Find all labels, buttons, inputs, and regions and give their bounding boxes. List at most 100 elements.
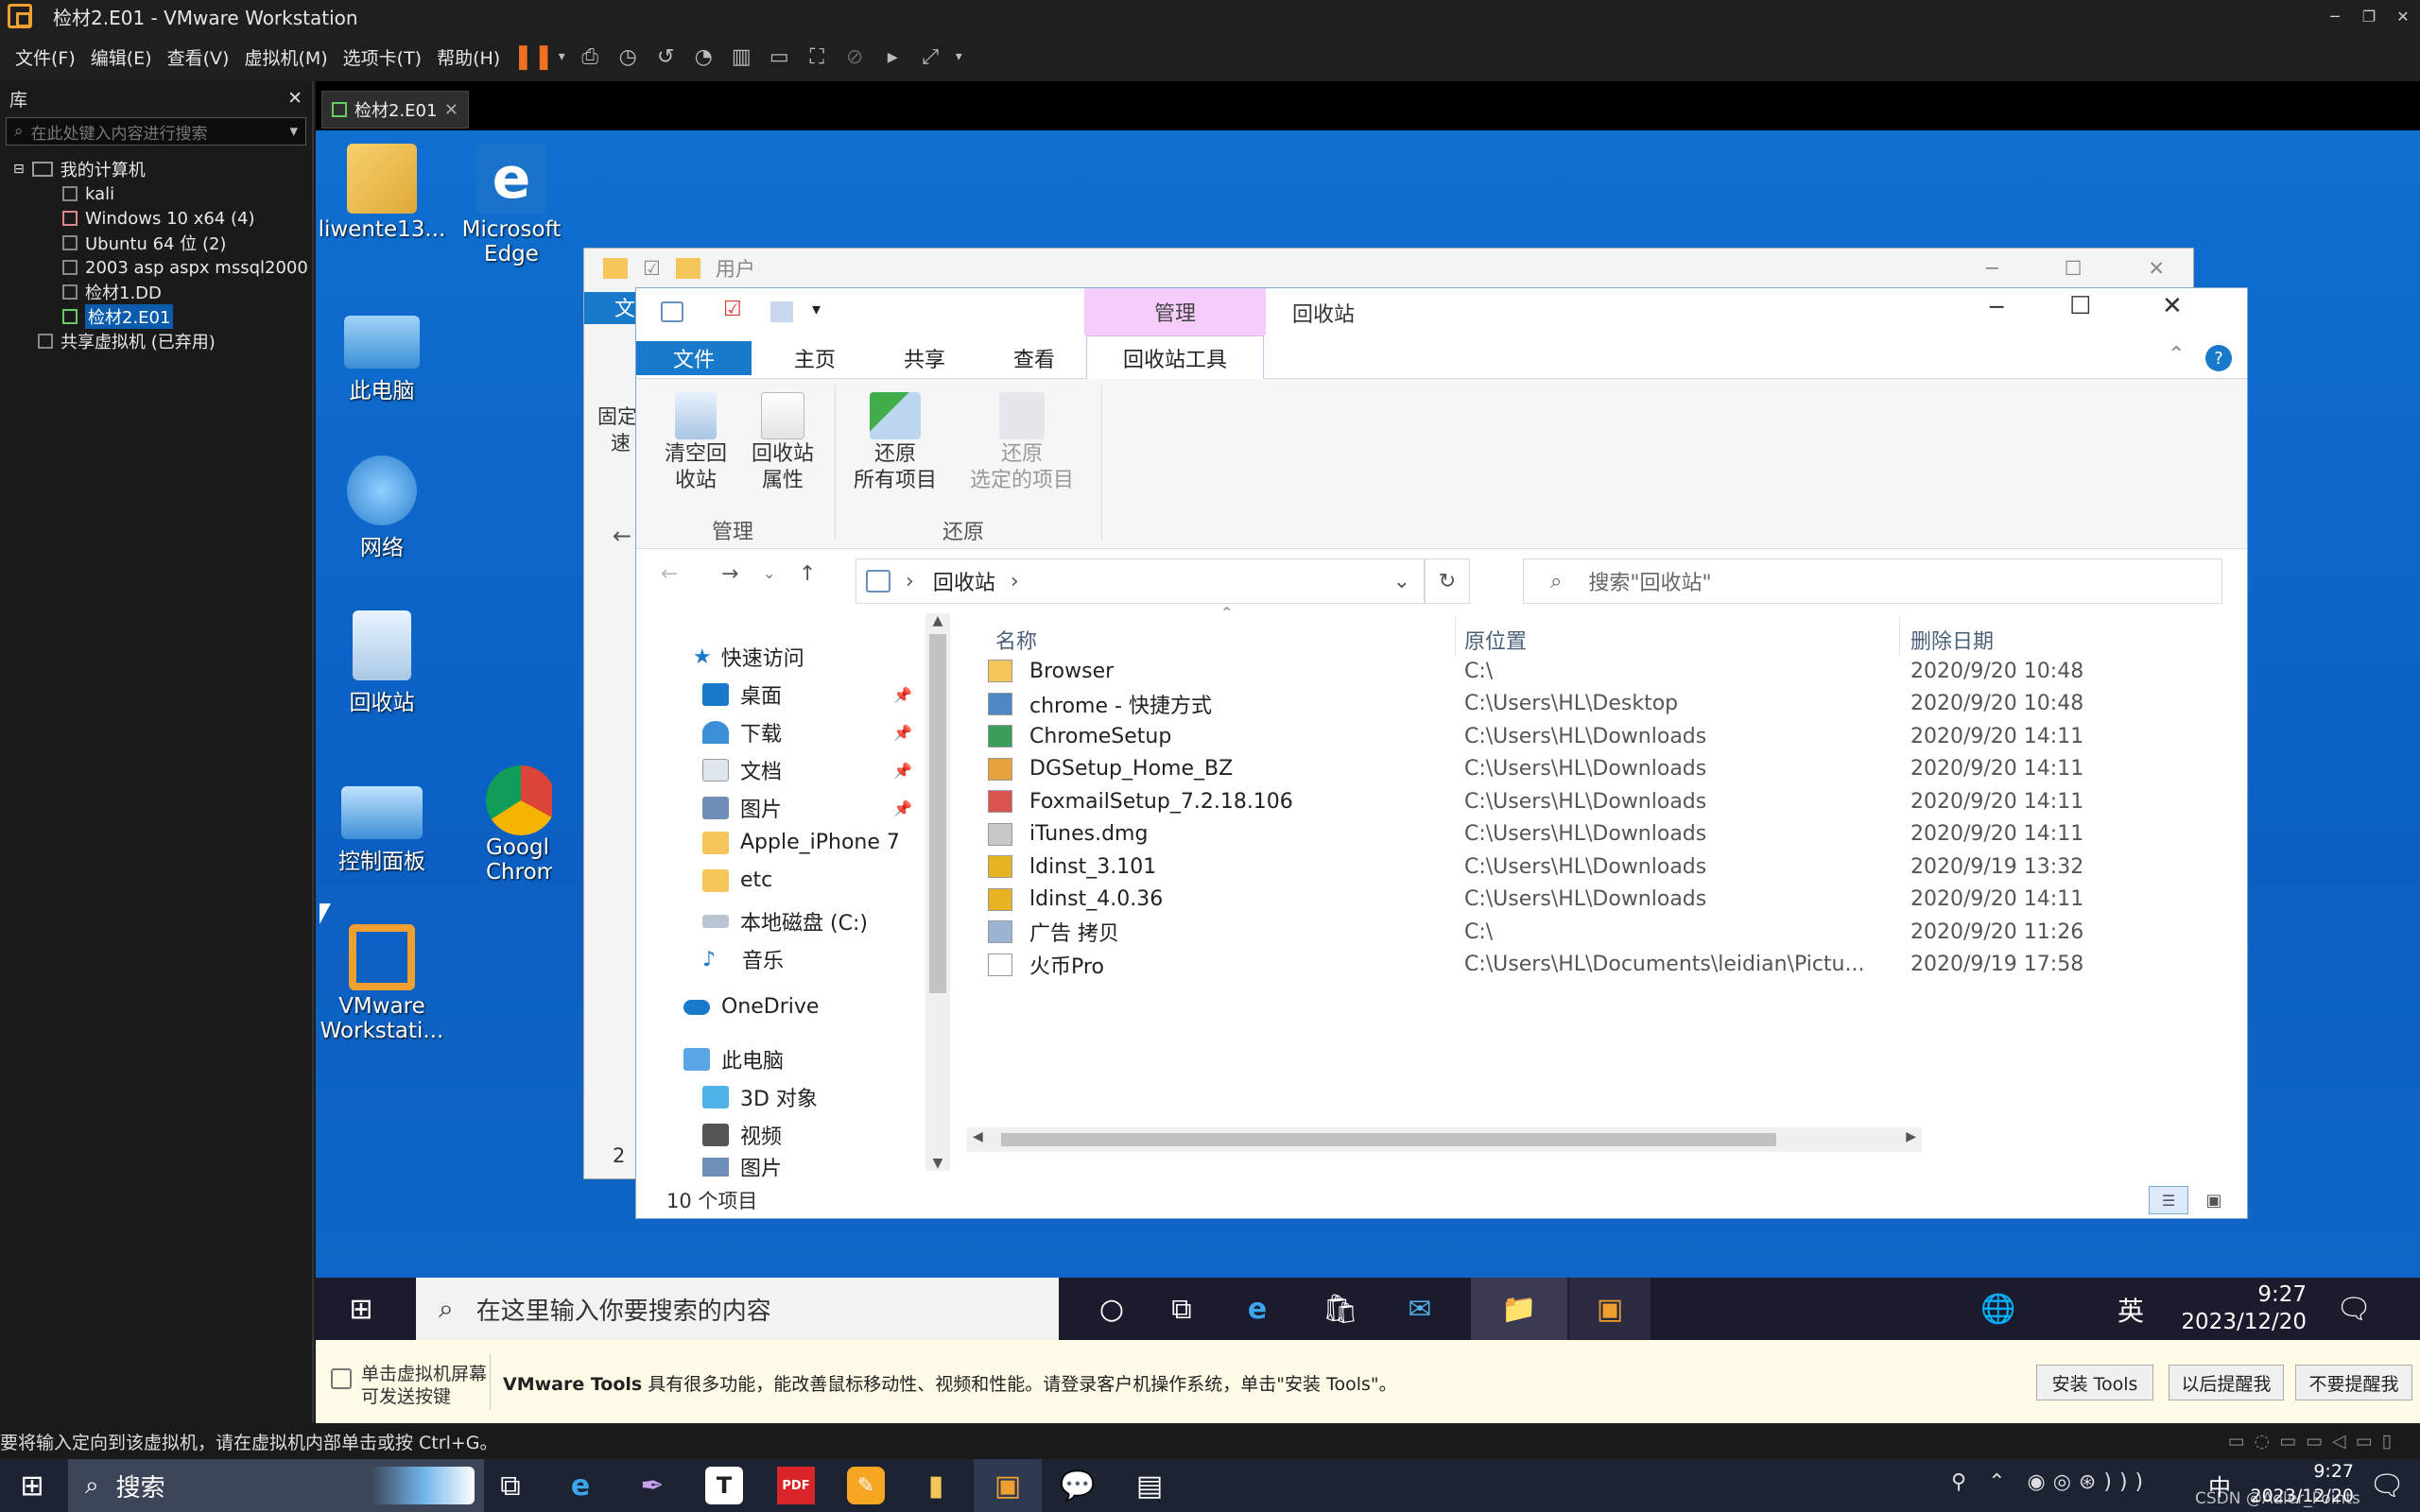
column-delete-date[interactable]: 删除日期 — [1910, 625, 1994, 655]
nav-pictures[interactable]: 图片 📌 — [702, 793, 912, 823]
recent-locations-icon[interactable]: ⌄ — [763, 564, 775, 582]
wechat-icon[interactable]: 💬 — [1049, 1465, 1106, 1506]
nav-desktop[interactable]: 桌面 📌 — [702, 679, 912, 710]
minimize-icon[interactable]: ─ — [1990, 294, 2003, 320]
menu-help[interactable]: 帮助(H) — [437, 44, 500, 70]
nav-local-disk[interactable]: 本地磁盘 (C:) — [702, 906, 868, 936]
typora-icon[interactable]: T — [705, 1467, 743, 1504]
minimize-icon[interactable]: ─ — [2318, 0, 2352, 32]
desktop-icon-recycle-bin[interactable]: 回收站 — [316, 610, 448, 716]
restore-icon[interactable]: ❐ — [2352, 0, 2386, 32]
tree-root[interactable]: ⊟ 我的计算机 — [0, 157, 312, 181]
library-view-icon[interactable]: ▥ — [725, 41, 757, 73]
close-icon[interactable]: ✕ — [2148, 257, 2165, 280]
address-dropdown-icon[interactable]: ⌄ — [1393, 570, 1410, 593]
horizontal-scrollbar[interactable]: ◀ ▶ — [967, 1127, 1922, 1152]
remind-later-button[interactable]: 以后提醒我 — [2169, 1365, 2284, 1400]
host-edge-icon[interactable]: e — [552, 1465, 609, 1506]
desktop-icon-vmware[interactable]: VMware Workstati... — [316, 924, 448, 1043]
mail-icon[interactable]: ✉ — [1392, 1285, 1448, 1332]
guest-search-box[interactable]: ⌕ 在这里输入你要搜索的内容 — [416, 1278, 1059, 1340]
start-icon[interactable]: ⊞ — [333, 1285, 389, 1332]
edge-taskbar-icon[interactable]: e — [1229, 1285, 1286, 1332]
nav-onedrive[interactable]: OneDrive — [683, 995, 819, 1019]
context-tab-manage[interactable]: 管理 — [1084, 288, 1266, 335]
vm-tab[interactable]: 检材2.E01 ✕ — [321, 91, 469, 129]
tab-recycle-bin-tools[interactable]: 回收站工具 — [1086, 335, 1264, 379]
nav-quick-access[interactable]: ★ 快速访问 — [693, 642, 804, 672]
menu-file[interactable]: 文件(F) — [15, 44, 76, 70]
install-tools-button[interactable]: 安装 Tools — [2036, 1365, 2153, 1400]
network-globe-icon[interactable]: 🌐 — [1970, 1285, 2027, 1332]
ime-indicator[interactable]: 英 — [2118, 1291, 2144, 1329]
file-explorer-taskbar-icon[interactable]: 📁 — [1471, 1278, 1567, 1340]
stretch-icon[interactable]: ⤢ — [914, 41, 946, 73]
host-task-view-icon[interactable]: ⧉ — [482, 1465, 539, 1506]
host-app-icon[interactable]: ✒ — [624, 1465, 681, 1506]
tree-item-2003[interactable]: 2003 asp aspx mssql2000 — [0, 255, 312, 280]
menu-vm[interactable]: 虚拟机(M) — [244, 44, 327, 70]
scroll-thumb[interactable] — [929, 634, 946, 993]
device-icons[interactable]: ▭◌▭▭◁▭▯ — [2228, 1431, 2401, 1452]
task-view-icon[interactable]: ⧉ — [1153, 1285, 1210, 1332]
address-path[interactable]: 回收站 — [933, 566, 995, 596]
tree-item-shared[interactable]: 共享虚拟机 (已弃用) — [0, 329, 312, 353]
nav-documents[interactable]: 文档 📌 — [702, 755, 912, 785]
file-row[interactable]: 广告 拷贝 — [988, 916, 1119, 948]
scroll-thumb[interactable] — [1001, 1133, 1776, 1146]
new-folder-icon[interactable] — [770, 301, 793, 322]
library-close-icon[interactable]: ✕ — [287, 88, 302, 109]
address-bar[interactable]: › 回收站 › ⌄ — [856, 558, 1425, 604]
host-start-icon[interactable]: ⊞ — [4, 1465, 60, 1506]
scroll-up-icon[interactable]: ▲ — [925, 613, 950, 628]
nav-pictures-pc[interactable]: 图片 — [702, 1158, 782, 1177]
file-row[interactable]: Browser — [988, 655, 1114, 687]
properties-icon[interactable]: ☑ — [723, 298, 742, 321]
tree-item-ubuntu[interactable]: Ubuntu 64 位 (2) — [0, 231, 312, 255]
cortana-icon[interactable]: ○ — [1083, 1285, 1140, 1332]
tab-home[interactable]: 主页 — [763, 341, 867, 375]
tree-item-jiancai2[interactable]: 检材2.E01 — [0, 304, 312, 329]
terminal-icon[interactable]: ▤ — [1121, 1465, 1178, 1506]
host-notification-icon[interactable]: 🗨 — [2363, 1465, 2411, 1506]
search-dropdown-icon[interactable]: ▾ — [289, 122, 298, 141]
nav-downloads[interactable]: 下载 📌 — [702, 717, 912, 747]
vmware-taskbar-icon[interactable]: ▣ — [1569, 1278, 1651, 1340]
snapshot-manager-icon[interactable]: ◔ — [687, 41, 719, 73]
file-row[interactable]: iTunes.dmg — [988, 818, 1148, 850]
nav-3d-objects[interactable]: 3D 对象 — [702, 1082, 818, 1112]
nav-etc[interactable]: etc — [702, 868, 772, 892]
search-box[interactable]: ⌕ 搜索"回收站" — [1523, 558, 2222, 604]
menu-view[interactable]: 查看(V) — [167, 44, 230, 70]
file-row[interactable]: ldinst_4.0.36 — [988, 884, 1163, 916]
maximize-icon[interactable]: ☐ — [2065, 257, 2083, 280]
close-icon[interactable]: ✕ — [2162, 292, 2183, 320]
file-row[interactable]: FoxmailSetup_7.2.18.106 — [988, 785, 1293, 817]
tree-item-win10[interactable]: Windows 10 x64 (4) — [0, 206, 312, 231]
nav-videos[interactable]: 视频 — [702, 1120, 782, 1150]
large-icons-view-icon[interactable]: ▣ — [2198, 1186, 2230, 1214]
nav-scrollbar[interactable]: ▲ ▼ — [925, 613, 950, 1171]
nav-music[interactable]: ♪ 音乐 — [702, 944, 784, 974]
tab-file[interactable]: 文件 — [636, 341, 752, 375]
file-row[interactable]: ldinst_3.101 — [988, 850, 1156, 883]
desktop-icon-edge[interactable]: e Microsoft Edge — [454, 144, 569, 266]
file-row[interactable]: chrome - 快捷方式 — [988, 688, 1212, 720]
back-arrow-icon[interactable]: ← — [613, 523, 631, 549]
dropdown-arrow-icon[interactable]: ▾ — [555, 41, 568, 73]
host-vmware-icon[interactable]: ▣ — [974, 1459, 1042, 1512]
thumbnail-view-icon[interactable]: ▭ — [763, 41, 795, 73]
desktop-icon-this-pc[interactable]: 此电脑 — [316, 299, 448, 404]
tab-view[interactable]: 查看 — [982, 341, 1086, 375]
store-icon[interactable]: 🛍 — [1312, 1285, 1369, 1332]
collapse-icon[interactable]: ⊟ — [13, 162, 25, 177]
file-row[interactable]: DGSetup_Home_BZ — [988, 753, 1233, 785]
close-icon[interactable]: ✕ — [2386, 0, 2420, 32]
back-icon[interactable]: ← — [661, 562, 678, 586]
menu-tabs[interactable]: 选项卡(T) — [343, 44, 422, 70]
fullscreen-icon[interactable]: ⛶ — [801, 41, 833, 73]
send-ctrl-alt-del-icon[interactable]: ⎙ — [574, 41, 606, 73]
empty-recycle-bin-button[interactable]: 清空回 收站 — [649, 392, 742, 494]
nav-apple-iphone[interactable]: Apple_iPhone 7 — [702, 831, 924, 854]
minimize-icon[interactable]: ─ — [1986, 257, 1998, 280]
